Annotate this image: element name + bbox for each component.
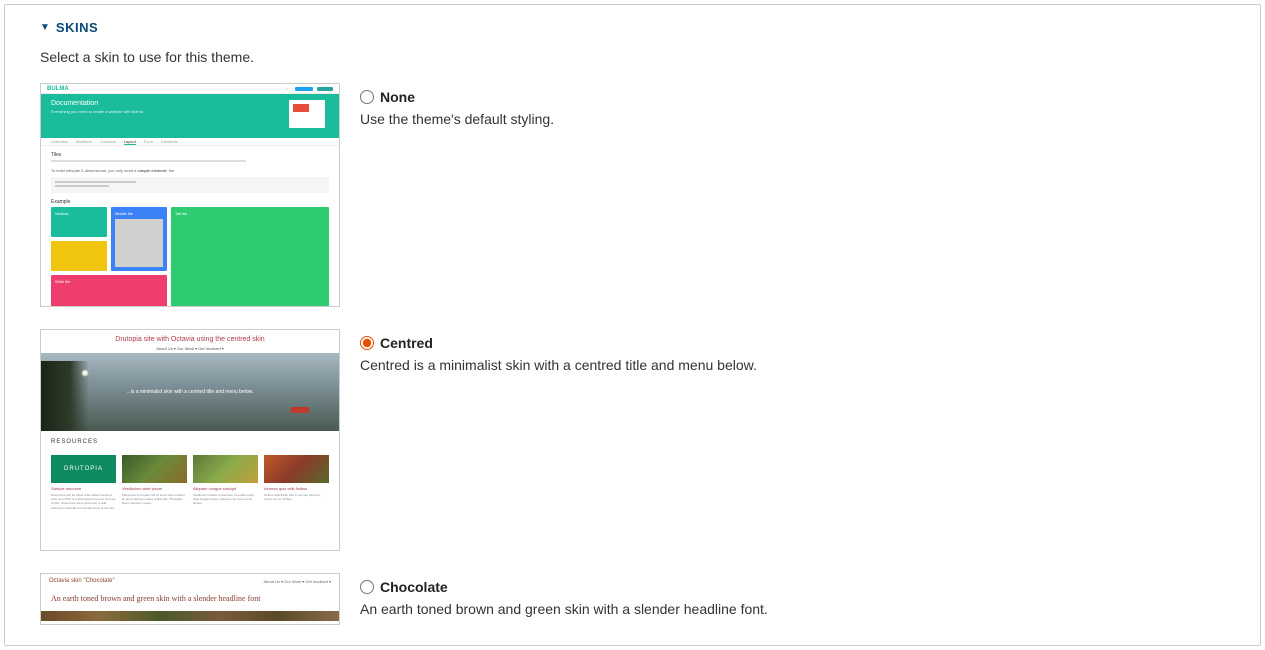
section-toggle[interactable]: ▼ SKINS (40, 20, 1225, 35)
preview-site-title: Octavia skin "Chocolate" (49, 578, 115, 584)
skin-row-centred: Drutopia site with Octavia using the cen… (40, 329, 1225, 551)
skin-preview-none[interactable]: BULMA ☆ · Documentation Everything you n… (40, 83, 340, 307)
preview-site-title: Drutopia site with Octavia using the cen… (41, 336, 339, 343)
skin-radio-chocolate[interactable] (360, 580, 374, 594)
skin-row-none: BULMA ☆ · Documentation Everything you n… (40, 83, 1225, 307)
skin-radio-none[interactable] (360, 90, 374, 104)
skin-preview-chocolate[interactable]: Octavia skin "Chocolate" About Us ▾ Our … (40, 573, 340, 625)
preview-nav: About Us ▾ Our Work ▾ Get Involved ▾ (41, 346, 339, 351)
preview-brand: BULMA (47, 86, 69, 92)
skin-label-none[interactable]: None (380, 89, 415, 105)
preview-example-label: Example (51, 199, 329, 205)
skin-radio-centred[interactable] (360, 336, 374, 350)
preview-section-title: Tiles (51, 152, 329, 158)
section-title: SKINS (56, 20, 98, 35)
skin-desc-none: Use the theme's default styling. (360, 111, 1225, 127)
preview-nav: About Us ▾ Our Work ▾ Get Involved ▾ (263, 579, 331, 584)
preview-headline: An earth toned brown and green skin with… (41, 588, 339, 611)
skins-panel: ▼ SKINS Select a skin to use for this th… (4, 4, 1261, 646)
skin-desc-chocolate: An earth toned brown and green skin with… (360, 601, 1225, 617)
caret-down-icon: ▼ (40, 22, 50, 33)
skin-row-chocolate: Octavia skin "Chocolate" About Us ▾ Our … (40, 573, 1225, 625)
skin-desc-centred: Centred is a minimalist skin with a cent… (360, 357, 1225, 373)
section-description: Select a skin to use for this theme. (40, 49, 1225, 65)
skin-label-chocolate[interactable]: Chocolate (380, 579, 448, 595)
skin-preview-centred[interactable]: Drutopia site with Octavia using the cen… (40, 329, 340, 551)
skin-label-centred[interactable]: Centred (380, 335, 433, 351)
preview-resources-heading: RESOURCES (51, 439, 329, 445)
preview-hero-title: Documentation (51, 100, 329, 107)
